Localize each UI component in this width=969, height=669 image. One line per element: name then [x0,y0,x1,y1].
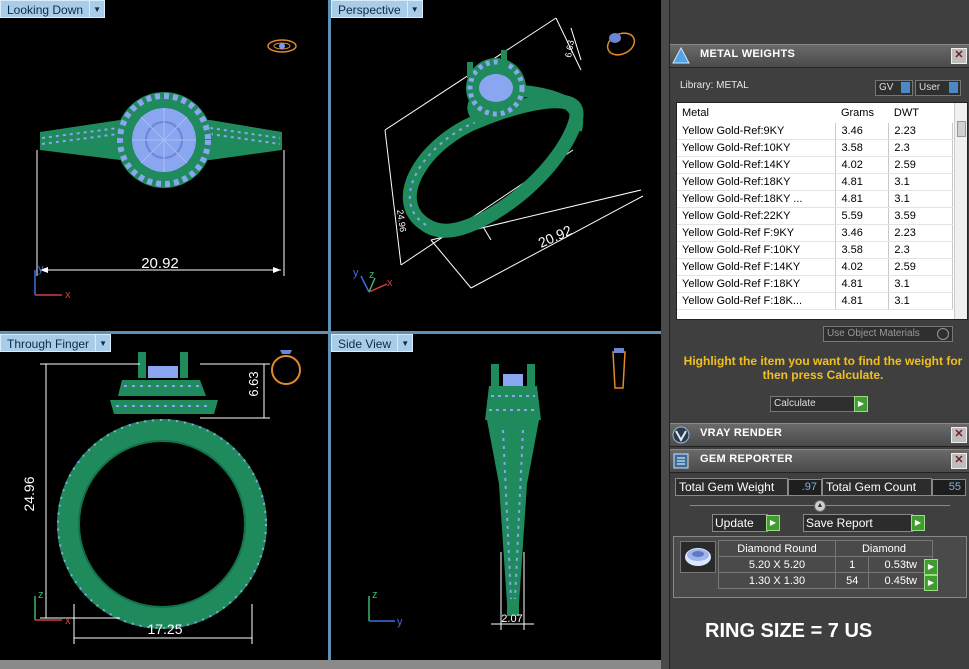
total-gem-count-field[interactable]: 55 [932,479,966,496]
svg-text:y: y [353,267,359,279]
panel-title: VRAY RENDER [700,427,783,439]
viewport-label: Looking Down [0,0,91,18]
dropdown-arrow-icon[interactable]: ▼ [96,334,112,352]
ring-top-view: 20.92 y x [34,39,297,301]
go-arrow-icon[interactable]: ▶ [911,515,925,531]
total-gem-count-label: Total Gem Count [822,478,932,496]
viewport-through-finger[interactable]: Through Finger ▼ 24.96 6.63 17.25 z x [0,334,328,660]
viewport-label: Through Finger [0,334,97,352]
viewport-side-view[interactable]: Side View ▼ 2.07 z y [331,334,661,660]
save-report-button[interactable]: Save Report [803,514,913,532]
metal-table[interactable]: Metal Grams DWT Yellow Gold-Ref:9KY 3.46 2… [676,102,968,320]
ring-preview-icon [271,350,301,385]
collapse-icon[interactable]: ▲ [814,500,826,512]
gem-reporter-header[interactable]: GEM REPORTER ✕ [670,449,969,473]
gem-row[interactable]: 1.30 X 1.30 54 0.45tw [718,572,933,589]
ring-side-view: 2.07 z y [368,348,626,630]
svg-text:z: z [372,589,378,601]
viewport-tab[interactable]: Perspective ▼ [331,0,423,18]
ring-preview-icon [267,39,297,53]
go-arrow-icon[interactable]: ▶ [854,396,868,412]
go-arrow-icon[interactable]: ▶ [924,575,938,591]
library-label: Library: METAL [680,80,749,91]
svg-text:z: z [38,589,44,601]
dropdown-arrow-icon[interactable]: ▼ [398,334,414,352]
ring-front-view: 24.96 6.63 17.25 z x [21,350,301,644]
metal-row[interactable]: Yellow Gold-Ref:14KY 4.02 2.59 [677,156,953,174]
viewport-tab[interactable]: Looking Down ▼ [0,0,106,18]
user-toggle[interactable]: User [915,80,961,96]
dimension-length: 20.92 [536,222,575,251]
pyramid-icon [671,46,691,66]
dropdown-arrow-icon[interactable]: ▼ [407,0,423,18]
vray-icon [671,425,691,445]
metal-weights-header[interactable]: METAL WEIGHTS ✕ [670,44,969,68]
dimension-width: 2.07 [501,613,522,625]
total-gem-weight-label: Total Gem Weight [675,478,788,496]
side-panel: METAL WEIGHTS ✕ Library: METAL GV User M… [669,0,969,669]
viewport-label: Perspective [331,0,408,18]
metal-row[interactable]: Yellow Gold-Ref F:18KY 4.81 3.1 [677,275,953,293]
dimension-head: 6.63 [246,371,261,396]
metal-row[interactable]: Yellow Gold-Ref:18KY ... 4.81 3.1 [677,190,953,208]
use-object-materials-toggle[interactable]: Use Object Materials [823,326,953,342]
panel-title: GEM REPORTER [700,453,793,465]
gem-row[interactable]: 5.20 X 5.20 1 0.53tw [718,556,933,573]
close-icon[interactable]: ✕ [951,453,967,469]
gem-column-header: Diamond Round [718,540,836,557]
viewport-tab[interactable]: Side View ▼ [331,334,414,352]
dimension-height: 24.96 [21,476,37,511]
metal-row[interactable]: Yellow Gold-Ref F:18K... 4.81 3.1 [677,292,953,310]
gv-toggle[interactable]: GV [875,80,913,96]
report-icon [671,451,691,471]
ring-preview-icon [606,32,636,56]
viewport-tab[interactable]: Through Finger ▼ [0,334,112,352]
svg-text:y: y [397,616,403,628]
gem-column-header: Diamond [835,540,933,557]
svg-text:x: x [65,615,71,627]
ring-preview-icon [612,348,626,389]
close-icon[interactable]: ✕ [951,48,967,64]
metal-row[interactable]: Yellow Gold-Ref:10KY 3.58 2.3 [677,139,953,157]
axis-x-label: x [65,289,71,301]
metal-row[interactable]: Yellow Gold-Ref:9KY 3.46 2.23 [677,123,953,140]
go-arrow-icon[interactable]: ▶ [924,559,938,575]
viewport-perspective[interactable]: Perspective ▼ 6.63 24.96 17.25 20.92 y z… [331,0,661,331]
axis-y-label: y [38,263,44,275]
ring-perspective-view: 6.63 24.96 17.25 20.92 y z x [353,17,644,293]
panel-title: METAL WEIGHTS [700,48,796,60]
scrollbar-thumb[interactable] [957,121,966,137]
svg-text:x: x [387,277,393,289]
metal-row[interactable]: Yellow Gold-Ref:18KY 4.81 3.1 [677,173,953,191]
panel-divider [661,0,669,669]
metal-table-scrollbar[interactable] [954,103,967,319]
update-button[interactable]: Update [712,514,768,532]
go-arrow-icon[interactable]: ▶ [766,515,780,531]
gem-table-container: Diamond Round Diamond 5.20 X 5.20 1 0.53… [673,536,967,598]
viewport-looking-down[interactable]: Looking Down ▼ 20.92 y x [0,0,328,331]
close-icon[interactable]: ✕ [951,427,967,443]
vray-header[interactable]: VRAY RENDER ✕ [670,423,969,447]
diamond-round-icon [680,541,716,573]
status-strip [0,660,664,669]
dropdown-arrow-icon[interactable]: ▼ [90,0,106,18]
total-gem-weight-field[interactable]: .97 [788,479,822,496]
metal-row[interactable]: Yellow Gold-Ref F:10KY 3.58 2.3 [677,241,953,259]
ring-size-label: RING SIZE = 7 US [705,620,873,642]
dimension-width: 20.92 [141,255,179,272]
calculate-button[interactable]: Calculate [770,396,856,412]
svg-text:z: z [369,269,375,281]
dimension-width: 17.25 [147,621,182,637]
metal-row[interactable]: Yellow Gold-Ref F:9KY 3.46 2.23 [677,224,953,242]
metal-row[interactable]: Yellow Gold-Ref:22KY 5.59 3.59 [677,207,953,225]
viewport-label: Side View [331,334,399,352]
instruction-text: Highlight the item you want to find the … [683,354,963,382]
metal-row[interactable]: Yellow Gold-Ref F:14KY 4.02 2.59 [677,258,953,276]
